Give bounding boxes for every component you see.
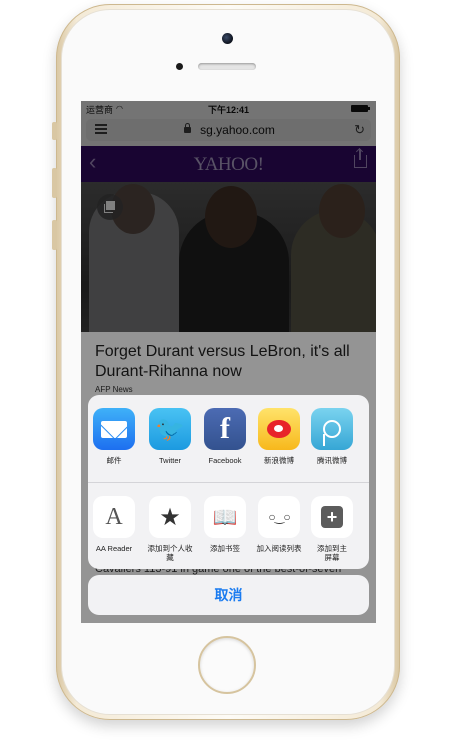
phone-screen: 运营商 ◠ 下午12:41 sg.yahoo.com ↻ ‹ YAHOO! Fo… (81, 101, 376, 623)
sina-weibo-icon[interactable] (258, 408, 300, 450)
action-reading-list[interactable]: ○‿○ 加入阅读列表 (253, 496, 305, 553)
book-icon[interactable]: 📖 (204, 496, 246, 538)
action-label: 添加到主屏幕 (317, 544, 347, 562)
share-app-label: 新浪微博 (264, 456, 294, 465)
action-label: AA Reader (95, 544, 133, 553)
share-app-label: 邮件 (106, 456, 122, 465)
action-add-favorite[interactable]: ★ 添加到个人收藏 (144, 496, 196, 562)
tencent-weibo-icon[interactable] (311, 408, 353, 450)
earpiece-speaker (198, 63, 256, 70)
action-label: 加入阅读列表 (256, 544, 302, 553)
plus-icon[interactable]: + (311, 496, 353, 538)
mail-icon[interactable] (93, 408, 135, 450)
share-app-facebook[interactable]: f Facebook (199, 408, 251, 465)
share-actions-row: A AA Reader ★ 添加到个人收藏 📖 添加书签 ○‿○ 加入阅读列表 … (88, 482, 369, 569)
action-add-bookmark[interactable]: 📖 添加书签 (199, 496, 251, 553)
share-app-sina-weibo[interactable]: 新浪微博 (253, 408, 305, 465)
action-label: 添加到个人收藏 (147, 544, 193, 562)
star-icon[interactable]: ★ (149, 496, 191, 538)
front-camera (222, 33, 233, 44)
share-app-label: Twitter (158, 456, 182, 465)
share-apps-row: 邮件 🐦 Twitter f Facebook 新浪微博 腾讯微博 (88, 395, 369, 482)
share-app-twitter[interactable]: 🐦 Twitter (144, 408, 196, 465)
action-aa-reader[interactable]: A AA Reader (88, 496, 140, 553)
home-button[interactable] (198, 636, 256, 694)
share-sheet: 邮件 🐦 Twitter f Facebook 新浪微博 腾讯微博 A AA R… (88, 395, 369, 569)
facebook-icon[interactable]: f (204, 408, 246, 450)
volume-up-button (52, 168, 57, 198)
volume-down-button (52, 220, 57, 250)
proximity-sensor (176, 63, 183, 70)
aa-reader-icon[interactable]: A (93, 496, 135, 538)
twitter-icon[interactable]: 🐦 (149, 408, 191, 450)
share-app-tencent-weibo[interactable]: 腾讯微博 (306, 408, 358, 465)
share-app-mail[interactable]: 邮件 (88, 408, 140, 465)
share-app-label: Facebook (208, 456, 242, 465)
action-add-home-screen[interactable]: + 添加到主屏幕 (306, 496, 358, 562)
glasses-icon[interactable]: ○‿○ (258, 496, 300, 538)
share-app-label: 腾讯微博 (317, 456, 347, 465)
action-label: 添加书签 (210, 544, 240, 553)
cancel-button[interactable]: 取消 (88, 575, 369, 615)
mute-switch (52, 122, 57, 140)
